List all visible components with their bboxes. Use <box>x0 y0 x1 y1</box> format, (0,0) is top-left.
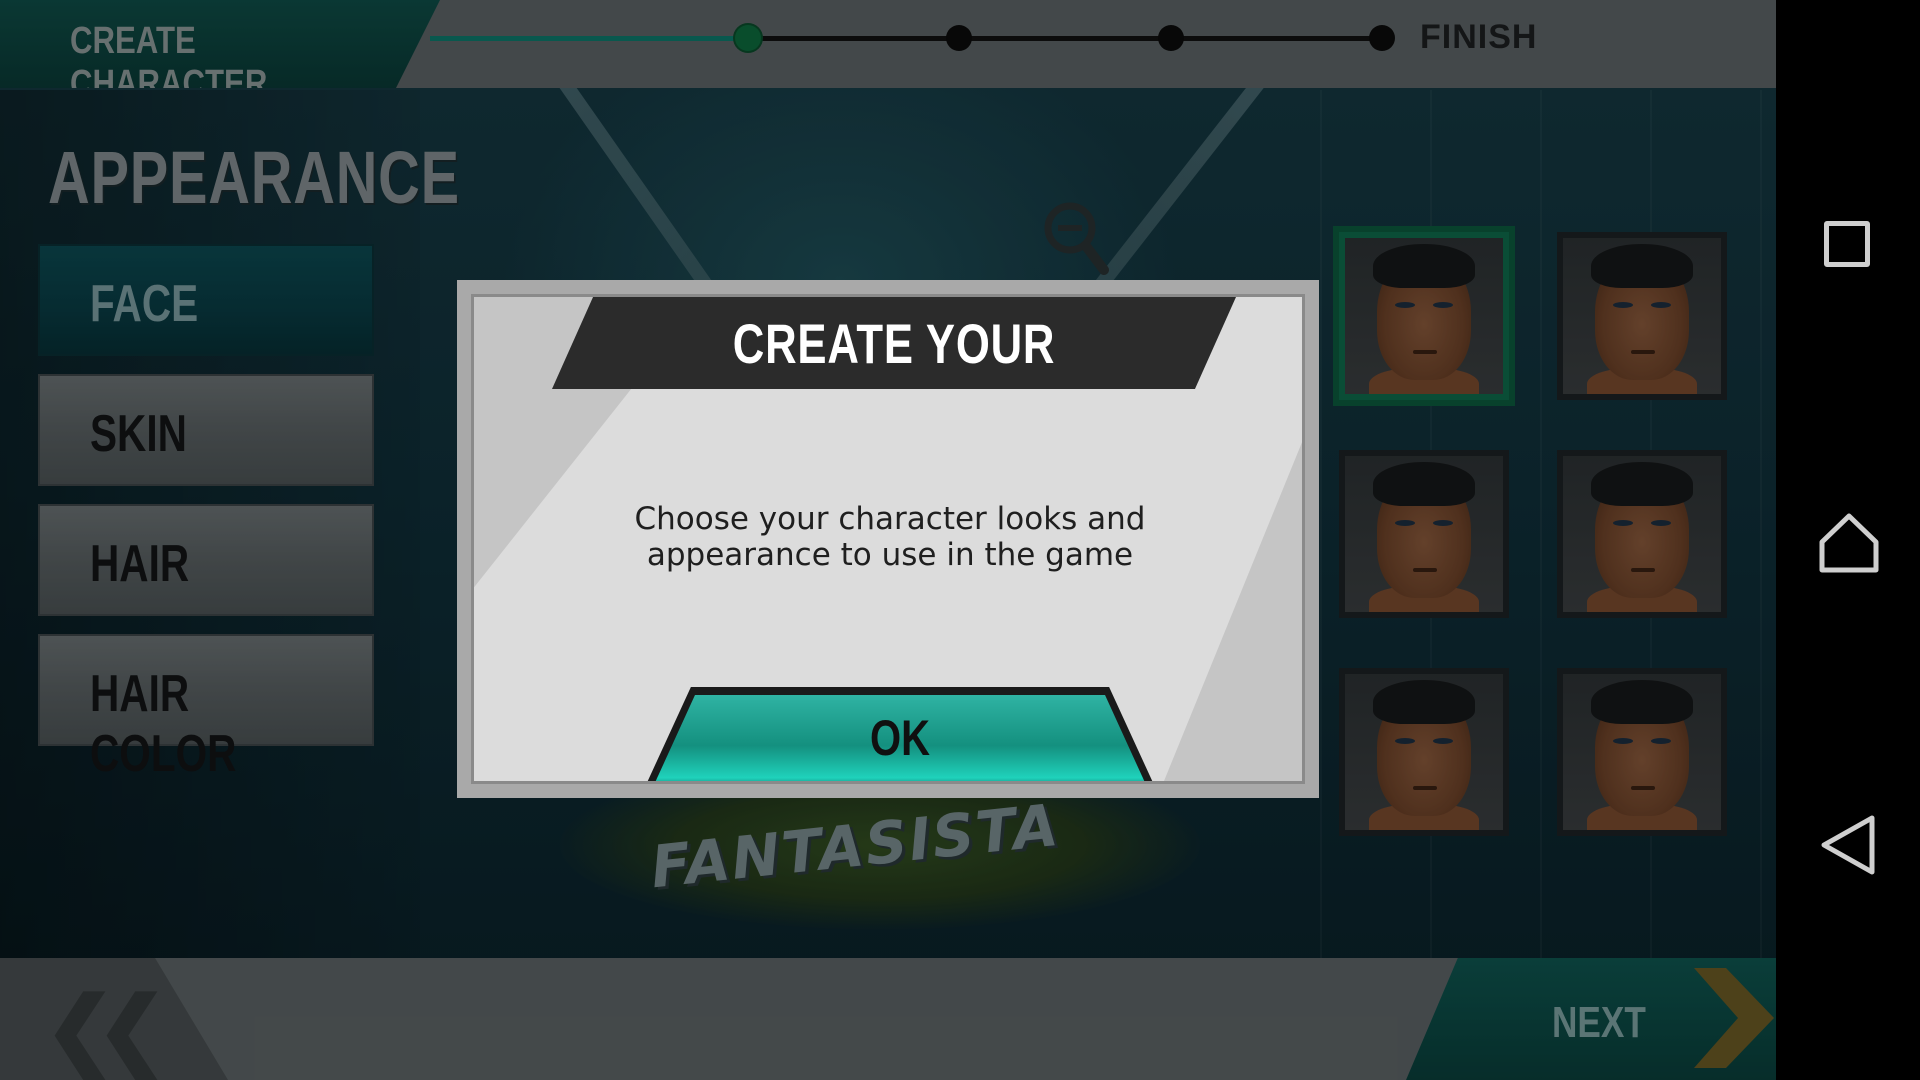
dialog-message: Choose your character looks and appearan… <box>534 501 1246 573</box>
dialog-message-line-1: Choose your character looks and <box>634 501 1146 537</box>
ok-button[interactable]: OK <box>645 687 1155 781</box>
home-icon[interactable] <box>1818 512 1880 574</box>
dialog-title: CREATE YOUR CHARACTER <box>732 312 1056 440</box>
dialog-message-line-2: appearance to use in the game <box>646 537 1134 573</box>
dialog-body: CREATE YOUR CHARACTER Choose your charac… <box>471 294 1305 784</box>
recent-apps-icon[interactable] <box>1824 221 1870 267</box>
ok-button-label: OK <box>870 710 930 766</box>
create-character-dialog: CREATE YOUR CHARACTER Choose your charac… <box>457 280 1319 798</box>
back-icon[interactable] <box>1818 814 1880 876</box>
dialog-header: CREATE YOUR CHARACTER <box>552 297 1236 389</box>
game-screen: FANTASISTA CREATE CHARACTER FINISH APPEA… <box>0 0 1776 1080</box>
